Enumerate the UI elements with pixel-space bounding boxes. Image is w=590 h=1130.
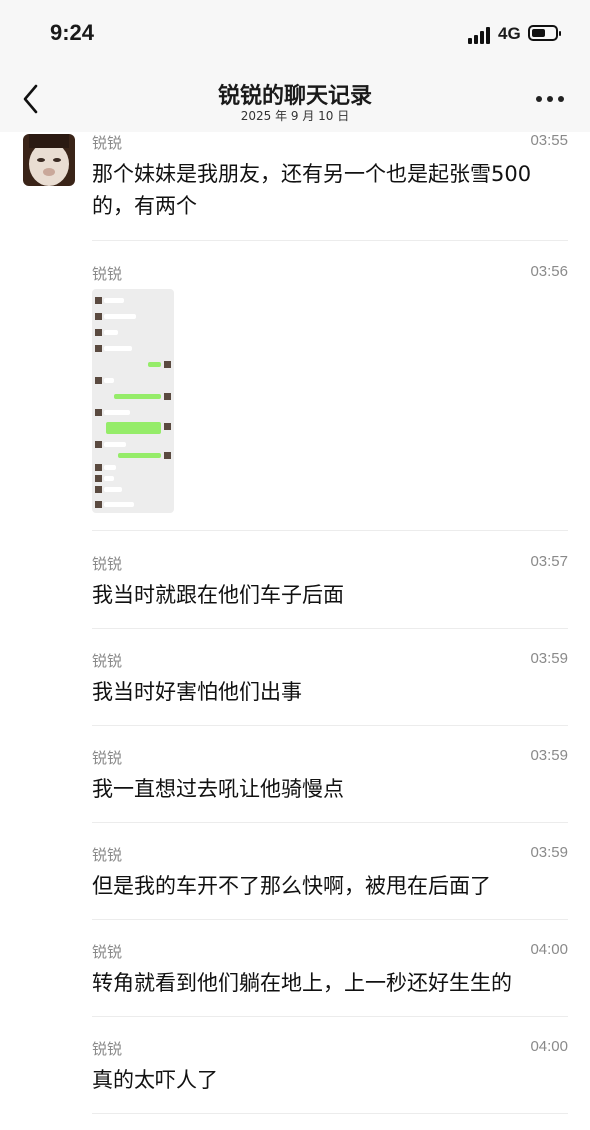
message-time: 03:56 (530, 263, 568, 280)
nav-bar: 锐锐的聊天记录 2025 年 9 月 10 日 (0, 70, 590, 132)
network-label: 4G (498, 24, 521, 43)
message-text: 我当时好害怕他们出事 (92, 680, 302, 704)
message-item[interactable]: 锐锐 03:56 (92, 263, 568, 515)
message-time: 03:59 (530, 747, 568, 764)
divider (92, 240, 568, 241)
battery-level (532, 29, 545, 37)
message-text: 但是我的车开不了那么快啊，被甩在后面了 (92, 874, 491, 898)
sender-name: 锐锐 (92, 555, 123, 573)
divider (92, 919, 568, 920)
sender-name: 锐锐 (92, 1040, 123, 1058)
message-time: 04:00 (530, 941, 568, 958)
message-text: 真的太吓人了 (92, 1068, 218, 1092)
divider (92, 822, 568, 823)
message-text: 我当时就跟在他们车子后面 (92, 583, 344, 607)
battery-icon (528, 25, 561, 41)
divider (92, 725, 568, 726)
chat-record-list: 锐锐 03:55 那个妹妹是我朋友，还有另一个也是起张雪500的，有两个 锐锐 … (0, 132, 590, 1130)
sender-name: 锐锐 (92, 749, 123, 767)
divider (92, 1016, 568, 1017)
message-time: 03:55 (530, 132, 568, 149)
divider (92, 530, 568, 531)
status-time: 9:24 (50, 20, 95, 45)
divider (92, 628, 568, 629)
chat-screenshot-thumbnail[interactable] (92, 289, 174, 513)
sender-name: 锐锐 (92, 134, 123, 152)
sender-name: 锐锐 (92, 265, 123, 283)
page-subtitle: 2025 年 9 月 10 日 (240, 109, 350, 123)
status-bar: 9:24 4G (0, 0, 590, 70)
sender-name: 锐锐 (92, 846, 123, 864)
message-time: 03:59 (530, 650, 568, 667)
message-time: 03:59 (530, 844, 568, 861)
sender-name: 锐锐 (92, 943, 123, 961)
message-time: 03:57 (530, 553, 568, 570)
message-text: 转角就看到他们躺在地上，上一秒还好生生的 (92, 971, 512, 995)
message-time: 04:00 (530, 1038, 568, 1055)
message-text: 我一直想过去吼让他骑慢点 (92, 777, 344, 801)
page-title: 锐锐的聊天记录 (217, 84, 372, 109)
divider (92, 1113, 568, 1114)
signal-icon (468, 26, 494, 44)
avatar[interactable] (23, 134, 75, 186)
message-text: 那个妹妹是我朋友，还有另一个也是起张雪500的，有两个 (92, 162, 532, 218)
more-dots-icon[interactable] (536, 96, 564, 104)
sender-name: 锐锐 (92, 652, 123, 670)
